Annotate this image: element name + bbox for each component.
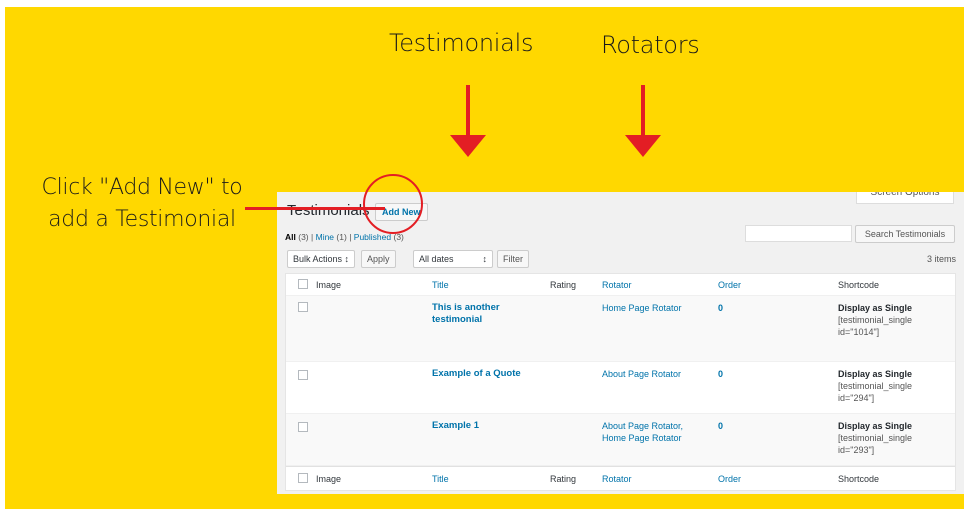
- row-rotator[interactable]: About Page Rotator, Home Page Rotator: [602, 420, 702, 444]
- shortcode-id: id="1014"]: [838, 327, 880, 337]
- row-title[interactable]: Example 1: [432, 420, 542, 432]
- row-checkbox[interactable]: [298, 302, 308, 312]
- row-title-line: testimonial: [432, 314, 483, 325]
- arrow-down-icon: [625, 135, 661, 157]
- wp-admin-panel: Screen Options Testimonials Add New All …: [277, 192, 964, 494]
- table-header: Image Title Rating Rotator Order Shortco…: [286, 274, 955, 296]
- bulk-actions-select[interactable]: Bulk Actions ↕: [287, 250, 356, 268]
- column-shortcode: Shortcode: [838, 474, 880, 484]
- row-title[interactable]: This is another testimonial: [432, 302, 542, 326]
- row-order[interactable]: 0: [718, 368, 723, 380]
- annotation-line-1: Click "Add New" to: [41, 175, 243, 200]
- column-order[interactable]: Order: [718, 473, 741, 485]
- shortcode-code: [testimonial_single: [838, 381, 913, 391]
- table-footer: Image Title Rating Rotator Order Shortco…: [286, 466, 955, 490]
- arrow-testimonials-shaft: [466, 85, 470, 137]
- shortcode-code: [testimonial_single: [838, 433, 913, 443]
- shortcode-display: Display as Single: [838, 421, 913, 431]
- rotator-line: About Page Rotator,: [602, 421, 684, 431]
- view-filters: All (3) | Mine (1) | Published (3): [285, 232, 404, 242]
- select-all-checkbox[interactable]: [298, 279, 308, 289]
- yellow-background: Testimonials Rotators Click "Add New" to…: [5, 7, 964, 509]
- annotation-testimonials: Testimonials: [389, 29, 534, 57]
- testimonials-table: Image Title Rating Rotator Order Shortco…: [285, 273, 956, 491]
- shortcode-id: id="293"]: [838, 445, 875, 455]
- row-rotator[interactable]: About Page Rotator: [602, 368, 702, 380]
- apply-button[interactable]: Apply: [361, 250, 396, 268]
- search-input[interactable]: [745, 225, 852, 242]
- arrow-rotators-shaft: [641, 85, 645, 137]
- page-title: Testimonials: [287, 202, 370, 219]
- row-shortcode: Display as Single [testimonial_single id…: [838, 420, 948, 456]
- filter-button[interactable]: Filter: [497, 250, 529, 268]
- view-mine-count: (1): [336, 232, 347, 242]
- column-title[interactable]: Title: [432, 473, 542, 485]
- row-checkbox[interactable]: [298, 370, 308, 380]
- annotation-rotators: Rotators: [601, 31, 700, 59]
- table-row: This is another testimonial Home Page Ro…: [286, 296, 955, 362]
- dates-select[interactable]: All dates ↕: [413, 250, 493, 268]
- view-mine[interactable]: Mine: [316, 232, 334, 242]
- chevron-updown-icon: ↕: [482, 254, 488, 264]
- row-title-line: This is another: [432, 302, 500, 313]
- view-all[interactable]: All: [285, 232, 296, 242]
- column-rating: Rating: [550, 474, 577, 484]
- column-order[interactable]: Order: [718, 279, 741, 291]
- column-image: Image: [316, 280, 342, 290]
- select-all-checkbox[interactable]: [298, 473, 308, 483]
- items-count: 3 items: [926, 254, 956, 264]
- row-rotator[interactable]: Home Page Rotator: [602, 302, 702, 314]
- search-testimonials-button[interactable]: Search Testimonials: [855, 225, 955, 243]
- dates-label: All dates: [419, 254, 454, 264]
- highlight-circle: [363, 174, 423, 234]
- annotation-click-add-new: Click "Add New" to add a Testimonial: [29, 172, 255, 236]
- row-shortcode: Display as Single [testimonial_single id…: [838, 368, 948, 404]
- shortcode-id: id="294"]: [838, 393, 875, 403]
- table-row: Example of a Quote About Page Rotator 0 …: [286, 362, 955, 414]
- row-title[interactable]: Example of a Quote: [432, 368, 542, 380]
- shortcode-code: [testimonial_single: [838, 315, 913, 325]
- column-rotator[interactable]: Rotator: [602, 473, 702, 485]
- screen-options-button[interactable]: Screen Options: [856, 192, 954, 204]
- column-rotator[interactable]: Rotator: [602, 279, 702, 291]
- annotation-line-2: add a Testimonial: [48, 207, 236, 232]
- column-rating: Rating: [550, 280, 577, 290]
- column-shortcode: Shortcode: [838, 280, 880, 290]
- separator: |: [349, 232, 352, 242]
- view-all-count: (3): [298, 232, 309, 242]
- arrow-down-icon: [450, 135, 486, 157]
- row-order[interactable]: 0: [718, 420, 723, 432]
- row-order[interactable]: 0: [718, 302, 723, 314]
- column-title[interactable]: Title: [432, 279, 542, 291]
- separator: |: [311, 232, 314, 242]
- shortcode-display: Display as Single: [838, 369, 913, 379]
- table-row: Example 1 About Page Rotator, Home Page …: [286, 414, 955, 466]
- row-checkbox[interactable]: [298, 422, 308, 432]
- shortcode-display: Display as Single: [838, 303, 913, 313]
- row-shortcode: Display as Single [testimonial_single id…: [838, 302, 948, 338]
- view-published[interactable]: Published: [354, 232, 391, 242]
- column-image: Image: [316, 474, 342, 484]
- rotator-line: Home Page Rotator: [602, 433, 682, 443]
